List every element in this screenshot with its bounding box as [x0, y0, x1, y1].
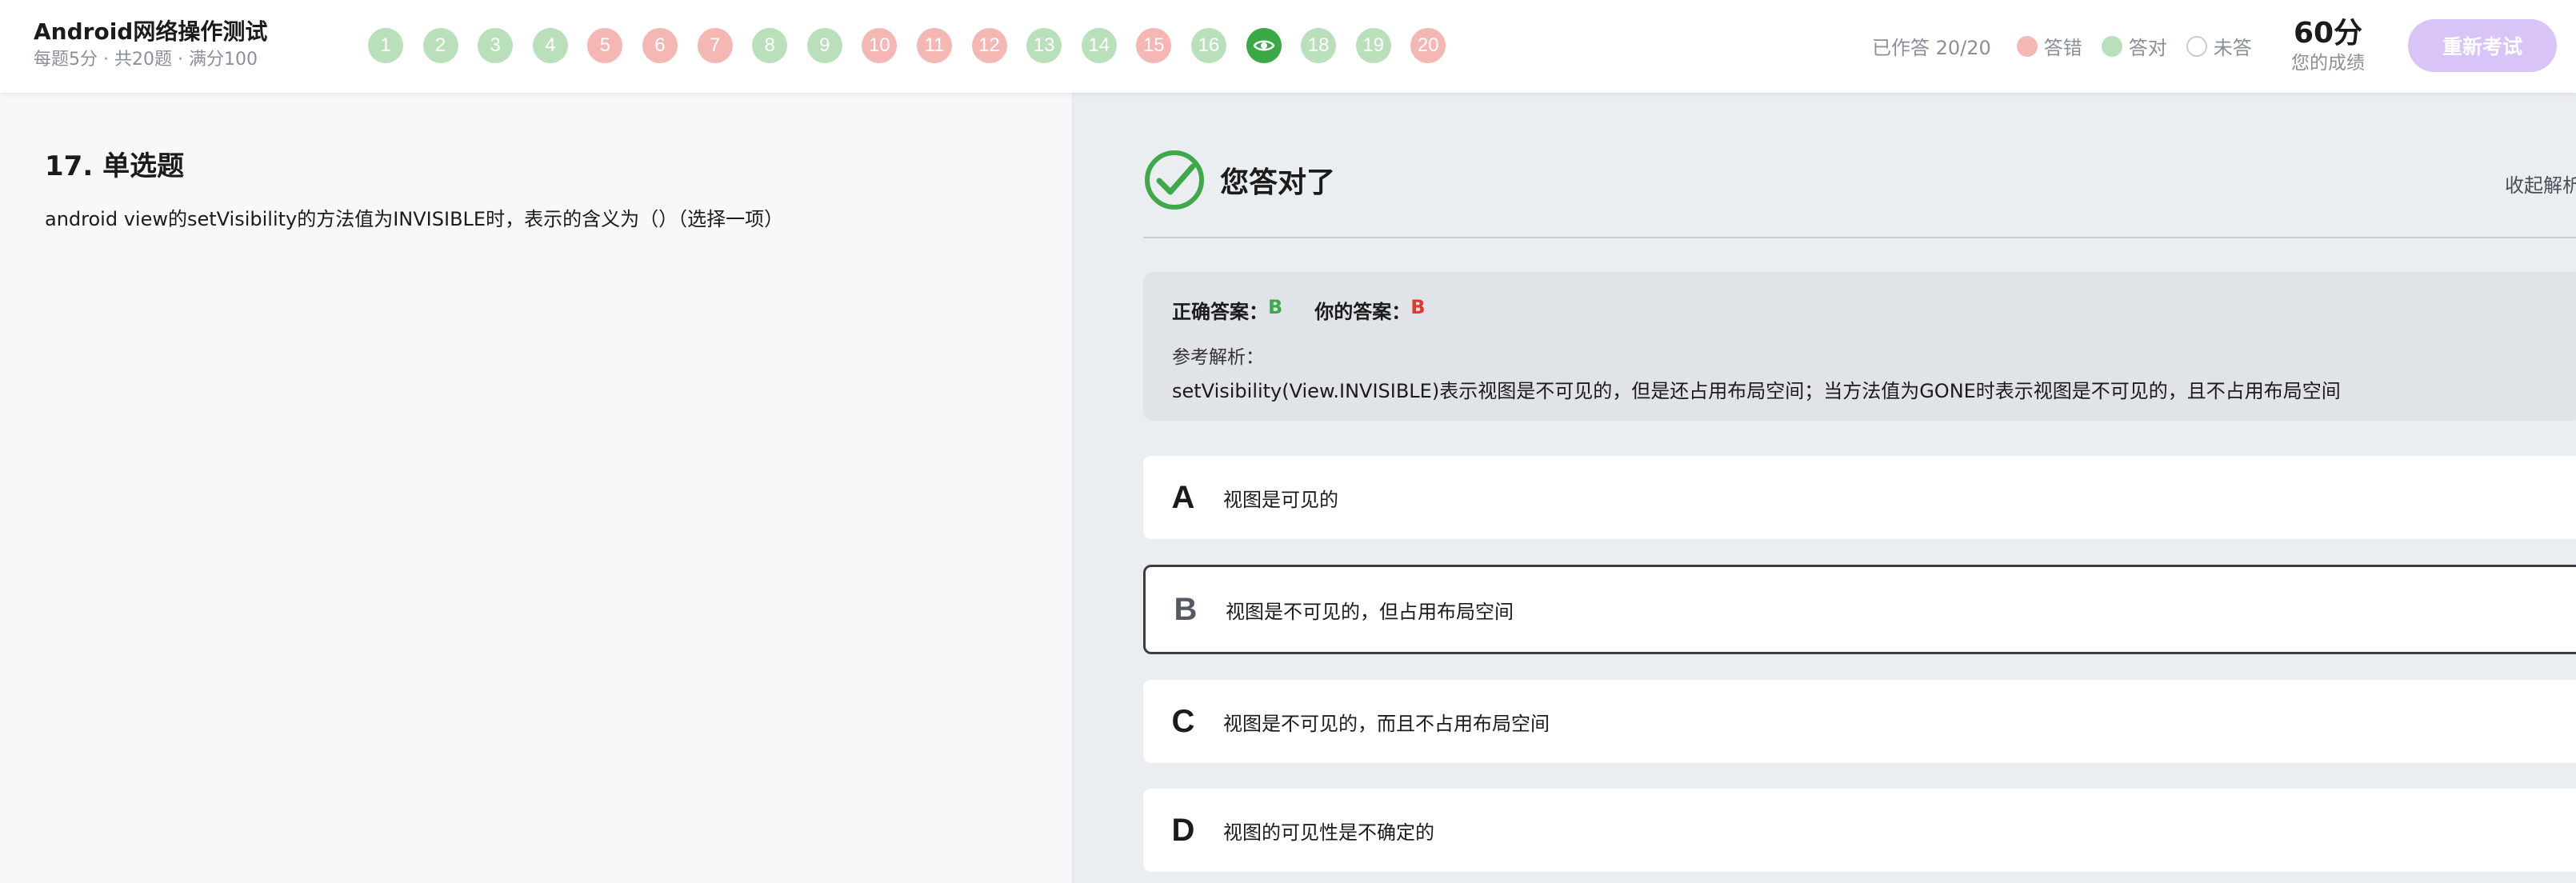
- question-nav-1[interactable]: 1: [368, 28, 403, 63]
- legend-unanswered: 未答: [2186, 32, 2252, 60]
- option-a[interactable]: A 视图是可见的: [1143, 456, 2576, 539]
- eye-icon: [1253, 40, 1274, 51]
- question-nav-11[interactable]: 11: [916, 28, 952, 63]
- question-nav-9[interactable]: 9: [806, 28, 842, 63]
- question-nav-19[interactable]: 19: [1355, 28, 1391, 63]
- question-nav-number: 19: [1362, 34, 1385, 56]
- question-nav-number: 15: [1142, 34, 1165, 56]
- score-value: 60分: [2293, 17, 2363, 50]
- reference-label: 参考解析：: [1172, 347, 1264, 368]
- your-answer-value: B: [1410, 296, 1426, 318]
- question-nav-18[interactable]: 18: [1301, 28, 1337, 63]
- legend-unanswered-label: 未答: [2213, 37, 2252, 59]
- question-text: android view的setVisibility的方法值为INVISIBLE…: [45, 208, 784, 230]
- question-nav-17[interactable]: [1246, 28, 1282, 63]
- question-nav-number: 6: [654, 34, 666, 56]
- option-text: 视图是可见的: [1223, 488, 1338, 511]
- answer-panel: 您答对了 收起解析 正确答案： B 你的答案： B 参考解析： setVisib…: [1072, 93, 2576, 883]
- question-panel: 17. 单选题 android view的setVisibility的方法值为I…: [0, 93, 1072, 883]
- score-label: 您的成绩: [2291, 53, 2365, 74]
- question-nav-number: 3: [490, 34, 501, 56]
- legend-correct: 答对: [2101, 32, 2167, 60]
- answered-count: 已作答 20/20: [1872, 37, 1991, 59]
- question-nav-7[interactable]: 7: [697, 28, 733, 63]
- legend-wrong-label: 答错: [2043, 37, 2082, 59]
- option-c[interactable]: C 视图是不可见的，而且不占用布局空间: [1143, 680, 2576, 763]
- answer-stats: 已作答 20/20 答错 答对 未答: [1872, 32, 2271, 60]
- option-text: 视图是不可见的，而且不占用布局空间: [1223, 712, 1550, 735]
- option-letter: C: [1171, 703, 1195, 739]
- question-heading: 17. 单选题: [45, 150, 185, 182]
- question-nav-number: 12: [978, 34, 1000, 56]
- question-nav-number: 4: [545, 34, 556, 56]
- question-nav-15[interactable]: 15: [1136, 28, 1172, 63]
- question-nav-number: 2: [434, 34, 446, 56]
- result-text: 您答对了: [1220, 166, 1336, 199]
- question-navigator: 1 2 3 4 5 6 7 8 9 10 11 12 13 14 15 16 18 19 20: [368, 28, 1466, 63]
- question-nav-number: 7: [709, 34, 721, 56]
- analysis-box: 正确答案： B 你的答案： B 参考解析： setVisibility(View…: [1143, 272, 2576, 421]
- question-nav-5[interactable]: 5: [587, 28, 623, 63]
- question-nav-number: 1: [380, 34, 391, 56]
- question-nav-number: 16: [1198, 34, 1220, 56]
- your-answer-label: 你的答案：: [1314, 301, 1411, 323]
- question-nav-6[interactable]: 6: [642, 28, 678, 63]
- divider: [1143, 237, 2576, 238]
- question-nav-8[interactable]: 8: [752, 28, 788, 63]
- correct-answer-label: 正确答案：: [1172, 301, 1268, 323]
- answer-summary: 正确答案： B 你的答案： B: [1172, 296, 2554, 324]
- question-nav-4[interactable]: 4: [532, 28, 568, 63]
- question-nav-10[interactable]: 10: [862, 28, 898, 63]
- question-nav-13[interactable]: 13: [1026, 28, 1062, 63]
- option-text: 视图是不可见的，但占用布局空间: [1226, 600, 1514, 623]
- question-nav-number: 13: [1033, 34, 1055, 56]
- question-nav-number: 9: [819, 34, 830, 56]
- question-nav-16[interactable]: 16: [1190, 28, 1226, 63]
- exam-meta: 每题5分 · 共20题 · 满分100: [34, 50, 258, 70]
- option-b[interactable]: B 视图是不可见的，但占用布局空间: [1143, 565, 2576, 654]
- question-nav-number: 11: [924, 34, 945, 56]
- wrong-dot-icon: [2016, 35, 2038, 57]
- reference-text: setVisibility(View.INVISIBLE)表示视图是不可见的，但…: [1172, 380, 2341, 402]
- question-nav-14[interactable]: 14: [1081, 28, 1117, 63]
- question-nav-number: 8: [764, 34, 775, 56]
- exam-title: Android网络操作测试: [34, 18, 268, 45]
- question-nav-12[interactable]: 12: [971, 28, 1007, 63]
- question-nav-20[interactable]: 20: [1410, 28, 1446, 63]
- question-nav-3[interactable]: 3: [478, 28, 514, 63]
- legend-wrong: 答错: [2016, 32, 2082, 60]
- result-banner: 您答对了: [1143, 149, 1335, 211]
- correct-dot-icon: [2101, 35, 2122, 57]
- option-text: 视图的可见性是不确定的: [1223, 821, 1434, 844]
- option-letter: D: [1171, 812, 1195, 848]
- retake-button[interactable]: 重新考试: [2408, 19, 2557, 72]
- question-nav-number: 18: [1307, 34, 1330, 56]
- legend-correct-label: 答对: [2128, 37, 2167, 59]
- score: 60分 您的成绩: [2291, 16, 2365, 75]
- top-bar: Android网络操作测试 每题5分 · 共20题 · 满分100 123456…: [0, 0, 2576, 93]
- option-letter: A: [1171, 479, 1195, 515]
- question-nav-number: 14: [1088, 34, 1110, 56]
- question-nav-number: 5: [599, 34, 611, 56]
- collapse-analysis-link[interactable]: 收起解析: [2505, 170, 2576, 198]
- question-nav-number: 10: [868, 34, 890, 56]
- unanswered-dot-icon: [2186, 35, 2207, 57]
- check-circle-icon: [1145, 150, 1204, 210]
- question-nav-2[interactable]: 2: [422, 28, 458, 63]
- question-nav-number: 20: [1417, 34, 1439, 56]
- option-d[interactable]: D 视图的可见性是不确定的: [1143, 789, 2576, 872]
- correct-answer-value: B: [1268, 296, 1283, 318]
- exam-info: Android网络操作测试 每题5分 · 共20题 · 满分100: [34, 18, 267, 72]
- option-letter: B: [1174, 591, 1198, 627]
